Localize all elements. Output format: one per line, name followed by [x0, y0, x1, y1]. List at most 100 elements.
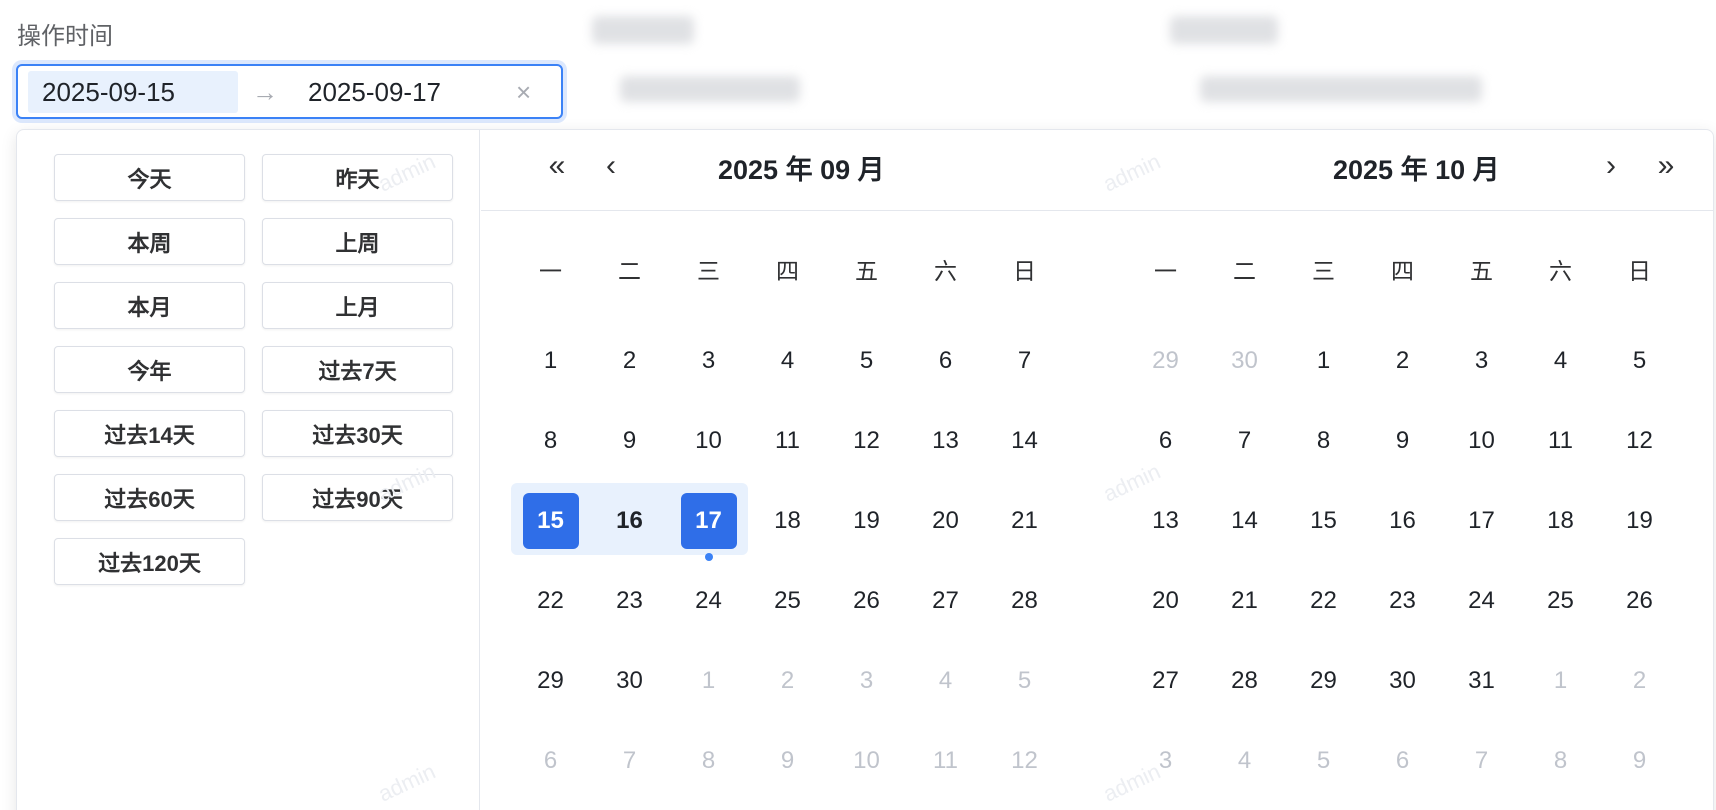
date-cell[interactable]: 9	[1363, 401, 1442, 481]
date-range-input[interactable]: 2025-09-15 → 2025-09-17 ×	[16, 64, 563, 119]
date-cell[interactable]: 3	[1442, 321, 1521, 401]
date-cell[interactable]: 11	[906, 721, 985, 801]
date-cell[interactable]: 22	[1284, 561, 1363, 641]
date-cell[interactable]: 12	[985, 721, 1064, 801]
date-cell[interactable]: 9	[748, 721, 827, 801]
date-cell[interactable]: 7	[1442, 721, 1521, 801]
date-cell[interactable]: 6	[906, 321, 985, 401]
date-cell[interactable]: 19	[1600, 481, 1679, 561]
date-cell[interactable]: 5	[827, 321, 906, 401]
date-cell[interactable]: 5	[985, 641, 1064, 721]
date-cell[interactable]: 29	[511, 641, 590, 721]
shortcut-button[interactable]: 过去30天	[262, 410, 453, 457]
date-cell[interactable]: 26	[1600, 561, 1679, 641]
date-cell[interactable]: 11	[1521, 401, 1600, 481]
clear-icon[interactable]: ×	[516, 72, 531, 112]
date-cell[interactable]: 1	[1284, 321, 1363, 401]
date-cell[interactable]: 12	[1600, 401, 1679, 481]
date-cell[interactable]: 30	[1205, 321, 1284, 401]
date-cell[interactable]: 6	[1363, 721, 1442, 801]
shortcut-button[interactable]: 本周	[54, 218, 245, 265]
date-cell[interactable]: 25	[748, 561, 827, 641]
date-cell[interactable]: 18	[748, 481, 827, 561]
date-cell[interactable]: 26	[827, 561, 906, 641]
date-cell[interactable]: 21	[985, 481, 1064, 561]
date-cell[interactable]: 20	[1126, 561, 1205, 641]
date-cell[interactable]: 24	[669, 561, 748, 641]
date-cell[interactable]: 29	[1126, 321, 1205, 401]
shortcut-button[interactable]: 过去60天	[54, 474, 245, 521]
date-cell[interactable]: 7	[985, 321, 1064, 401]
shortcut-button[interactable]: 过去90天	[262, 474, 453, 521]
date-cell[interactable]: 20	[906, 481, 985, 561]
date-cell[interactable]: 25	[1521, 561, 1600, 641]
date-cell[interactable]: 2	[1363, 321, 1442, 401]
date-cell[interactable]: 4	[906, 641, 985, 721]
date-cell[interactable]: 31	[1442, 641, 1521, 721]
date-cell[interactable]: 4	[1521, 321, 1600, 401]
date-cell[interactable]: 23	[590, 561, 669, 641]
date-cell[interactable]: 3	[827, 641, 906, 721]
next-year-icon[interactable]: »	[1648, 146, 1684, 186]
date-cell[interactable]: 27	[906, 561, 985, 641]
date-cell[interactable]: 8	[1284, 401, 1363, 481]
shortcut-button[interactable]: 上月	[262, 282, 453, 329]
date-cell[interactable]: 9	[590, 401, 669, 481]
date-cell[interactable]: 1	[1521, 641, 1600, 721]
date-cell[interactable]: 30	[590, 641, 669, 721]
date-cell[interactable]: 2	[1600, 641, 1679, 721]
date-cell[interactable]: 14	[1205, 481, 1284, 561]
date-cell[interactable]: 23	[1363, 561, 1442, 641]
date-cell[interactable]: 1	[511, 321, 590, 401]
date-cell[interactable]: 5	[1600, 321, 1679, 401]
date-cell[interactable]: 4	[748, 321, 827, 401]
date-cell[interactable]: 3	[669, 321, 748, 401]
date-cell[interactable]: 16	[1363, 481, 1442, 561]
date-cell[interactable]: 10	[827, 721, 906, 801]
date-cell[interactable]: 1	[669, 641, 748, 721]
date-cell[interactable]: 15	[1284, 481, 1363, 561]
date-cell[interactable]: 28	[985, 561, 1064, 641]
date-cell[interactable]: 6	[511, 721, 590, 801]
date-cell[interactable]: 5	[1284, 721, 1363, 801]
date-cell[interactable]: 8	[669, 721, 748, 801]
shortcut-button[interactable]: 过去14天	[54, 410, 245, 457]
next-month-icon[interactable]: ›	[1593, 146, 1629, 186]
date-cell[interactable]: 7	[590, 721, 669, 801]
date-cell[interactable]: 11	[748, 401, 827, 481]
shortcut-button[interactable]: 今天	[54, 154, 245, 201]
date-cell[interactable]: 13	[906, 401, 985, 481]
date-cell[interactable]: 3	[1126, 721, 1205, 801]
date-cell[interactable]: 13	[1126, 481, 1205, 561]
date-cell[interactable]: 6	[1126, 401, 1205, 481]
shortcut-button[interactable]: 上周	[262, 218, 453, 265]
date-cell[interactable]: 22	[511, 561, 590, 641]
date-cell[interactable]: 14	[985, 401, 1064, 481]
date-cell[interactable]: 24	[1442, 561, 1521, 641]
date-cell[interactable]: 10	[669, 401, 748, 481]
shortcut-button[interactable]: 过去7天	[262, 346, 453, 393]
date-cell[interactable]: 29	[1284, 641, 1363, 721]
date-cell[interactable]: 10	[1442, 401, 1521, 481]
date-cell[interactable]: 2	[748, 641, 827, 721]
date-cell[interactable]: 2	[590, 321, 669, 401]
start-date-input[interactable]: 2025-09-15	[28, 71, 238, 113]
date-cell[interactable]: 8	[511, 401, 590, 481]
prev-month-icon[interactable]: ‹	[593, 146, 629, 186]
date-cell[interactable]: 28	[1205, 641, 1284, 721]
shortcut-button[interactable]: 过去120天	[54, 538, 245, 585]
prev-year-icon[interactable]: «	[539, 146, 575, 186]
shortcut-button[interactable]: 本月	[54, 282, 245, 329]
date-cell[interactable]: 8	[1521, 721, 1600, 801]
date-cell[interactable]: 4	[1205, 721, 1284, 801]
date-cell[interactable]: 9	[1600, 721, 1679, 801]
date-cell[interactable]: 21	[1205, 561, 1284, 641]
date-cell[interactable]: 7	[1205, 401, 1284, 481]
date-cell[interactable]: 19	[827, 481, 906, 561]
date-cell[interactable]: 27	[1126, 641, 1205, 721]
end-date-input[interactable]: 2025-09-17	[308, 71, 441, 113]
date-cell[interactable]: 30	[1363, 641, 1442, 721]
date-cell[interactable]: 17	[1442, 481, 1521, 561]
date-cell[interactable]: 18	[1521, 481, 1600, 561]
shortcut-button[interactable]: 昨天	[262, 154, 453, 201]
